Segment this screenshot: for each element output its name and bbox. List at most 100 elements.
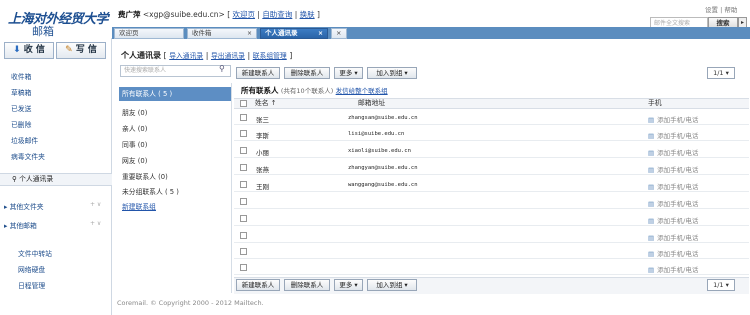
row-checkbox[interactable] bbox=[240, 215, 247, 222]
folder-controls[interactable]: + ∨ bbox=[90, 201, 101, 208]
sidebar-item-drafts[interactable]: 草稿箱 bbox=[11, 87, 31, 97]
compose-button[interactable]: ✎ 写 信 bbox=[56, 42, 106, 59]
table-row[interactable]: 张三 zhangsan@suibe.edu.cn ▤ 添加手机/电话 bbox=[234, 110, 749, 125]
sidebar-other-mail[interactable]: ▸ 其他邮箱 bbox=[4, 220, 37, 230]
new-contact-button-bottom[interactable]: 新建联系人 bbox=[236, 279, 280, 291]
row-checkbox[interactable] bbox=[240, 248, 247, 255]
row-checkbox[interactable] bbox=[240, 232, 247, 239]
sidebar-item-sent[interactable]: 已发送 bbox=[11, 103, 31, 113]
row-checkbox[interactable] bbox=[240, 181, 247, 188]
contact-search-input[interactable]: 快速搜索联系人 bbox=[120, 65, 231, 77]
welcome-link[interactable]: 欢迎页 bbox=[233, 10, 256, 19]
settings-link[interactable]: 设置 bbox=[705, 6, 718, 14]
table-row[interactable]: ▤ 添加手机/电话 bbox=[234, 194, 749, 209]
more-dropdown[interactable]: 更多 ▾ bbox=[334, 67, 363, 79]
user-email: <xgp@suibe.edu.cn> bbox=[142, 10, 225, 19]
sidebar-item-contacts[interactable]: ⚲ 个人通讯录 bbox=[0, 173, 112, 186]
contact-email[interactable]: xiaoli@suibe.edu.cn bbox=[348, 148, 411, 154]
add-phone-link[interactable]: ▤ 添加手机/电话 bbox=[648, 232, 698, 242]
group-item[interactable]: 网友 (0) bbox=[122, 155, 147, 165]
group-item[interactable]: 同事 (0) bbox=[122, 139, 147, 149]
tab-contacts[interactable]: 个人通讯录 × bbox=[260, 28, 328, 39]
table-row[interactable]: ▤ 添加手机/电话 bbox=[234, 211, 749, 226]
table-row[interactable]: ▤ 添加手机/电话 bbox=[234, 244, 749, 259]
column-header-name[interactable]: 姓名 ↑ bbox=[255, 98, 276, 109]
receive-button[interactable]: ⬇ 收 信 bbox=[4, 42, 54, 59]
row-checkbox[interactable] bbox=[240, 164, 247, 171]
mail-controls[interactable]: + ∨ bbox=[90, 220, 101, 227]
send-to-group-link[interactable]: 发信给整个联系组 bbox=[336, 87, 388, 95]
sidebar-item-netdisk[interactable]: 网络硬盘 bbox=[18, 264, 45, 274]
contact-name[interactable]: 王刚 bbox=[256, 181, 269, 191]
select-all-checkbox[interactable] bbox=[240, 100, 247, 107]
delete-contact-button-bottom[interactable]: 删除联系人 bbox=[284, 279, 330, 291]
contact-email[interactable]: zhangyan@suibe.edu.cn bbox=[348, 165, 418, 171]
tab-inbox[interactable]: 收件箱 × bbox=[187, 28, 257, 39]
add-phone-link[interactable]: ▤ 添加手机/电话 bbox=[648, 114, 698, 124]
sidebar-item-deleted[interactable]: 已删除 bbox=[11, 119, 31, 129]
row-checkbox[interactable] bbox=[240, 114, 247, 121]
add-phone-link[interactable]: ▤ 添加手机/电话 bbox=[648, 248, 698, 258]
export-link[interactable]: 导出通讯录 bbox=[211, 52, 245, 60]
group-item[interactable]: 亲人 (0) bbox=[122, 123, 147, 133]
table-row[interactable]: 张燕 zhangyan@suibe.edu.cn ▤ 添加手机/电话 bbox=[234, 160, 749, 175]
contact-name[interactable]: 张三 bbox=[256, 114, 269, 124]
contact-name[interactable]: 张燕 bbox=[256, 164, 269, 174]
row-checkbox[interactable] bbox=[240, 264, 247, 271]
tab-close-all[interactable]: × bbox=[331, 28, 347, 39]
table-row[interactable]: 小丽 xiaoli@suibe.edu.cn ▤ 添加手机/电话 bbox=[234, 143, 749, 158]
table-row[interactable]: ▤ 添加手机/电话 bbox=[234, 260, 749, 275]
add-phone-link[interactable]: ▤ 添加手机/电话 bbox=[648, 164, 698, 174]
new-contact-button[interactable]: 新建联系人 bbox=[236, 67, 280, 79]
new-group-link[interactable]: 新建联系组 bbox=[122, 201, 156, 211]
skin-link[interactable]: 换肤 bbox=[300, 10, 315, 19]
table-row[interactable]: ▤ 添加手机/电话 bbox=[234, 228, 749, 243]
help-link[interactable]: 帮助 bbox=[724, 6, 737, 14]
add-phone-link[interactable]: ▤ 添加手机/电话 bbox=[648, 215, 698, 225]
row-checkbox[interactable] bbox=[240, 198, 247, 205]
row-checkbox[interactable] bbox=[240, 130, 247, 137]
contact-email[interactable]: wanggang@suibe.edu.cn bbox=[348, 182, 418, 188]
add-phone-link[interactable]: ▤ 添加手机/电话 bbox=[648, 198, 698, 208]
sidebar-item-calendar[interactable]: 日程管理 bbox=[18, 280, 45, 290]
group-item[interactable]: 重要联系人 (0) bbox=[122, 171, 168, 181]
more-dropdown-bottom[interactable]: 更多 ▾ bbox=[334, 279, 363, 291]
sidebar-other-folders[interactable]: ▸ 其他文件夹 bbox=[4, 201, 44, 211]
group-item-all[interactable]: 所有联系人 ( 5 ) bbox=[119, 87, 231, 101]
add-phone-link[interactable]: ▤ 添加手机/电话 bbox=[648, 181, 698, 191]
column-header-phone[interactable]: 手机 bbox=[648, 98, 662, 109]
add-to-group-dropdown[interactable]: 加入到组 ▾ bbox=[367, 67, 417, 79]
search-icon[interactable]: ⚲ bbox=[219, 64, 225, 73]
tab-welcome[interactable]: 欢迎页 bbox=[114, 28, 184, 39]
group-item[interactable]: 未分组联系人 ( 5 ) bbox=[122, 186, 179, 196]
import-link[interactable]: 导入通讯录 bbox=[169, 52, 203, 60]
tab-label: 个人通讯录 bbox=[265, 29, 298, 37]
column-header-email[interactable]: 邮箱地址 bbox=[358, 98, 385, 109]
add-to-group-dropdown-bottom[interactable]: 加入到组 ▾ bbox=[367, 279, 417, 291]
table-header bbox=[234, 98, 749, 109]
close-icon[interactable]: × bbox=[318, 29, 323, 38]
pager-top[interactable]: 1/1 ▾ bbox=[707, 67, 735, 79]
contacts-label: 个人通讯录 bbox=[19, 175, 54, 183]
add-phone-link[interactable]: ▤ 添加手机/电话 bbox=[648, 130, 698, 140]
add-phone-link[interactable]: ▤ 添加手机/电话 bbox=[648, 264, 698, 274]
contact-email[interactable]: lisi@suibe.edu.cn bbox=[348, 131, 404, 137]
table-row[interactable]: 王刚 wanggang@suibe.edu.cn ▤ 添加手机/电话 bbox=[234, 177, 749, 192]
sidebar-item-spam[interactable]: 垃圾邮件 bbox=[11, 135, 38, 145]
contact-name[interactable]: 小丽 bbox=[256, 147, 269, 157]
group-manage-link[interactable]: 联系组管理 bbox=[253, 52, 287, 60]
group-item[interactable]: 朋友 (0) bbox=[122, 107, 147, 117]
add-phone-link[interactable]: ▤ 添加手机/电话 bbox=[648, 147, 698, 157]
close-icon[interactable]: × bbox=[247, 29, 252, 38]
self-service-link[interactable]: 自助查询 bbox=[262, 10, 292, 19]
pager-bottom[interactable]: 1/1 ▾ bbox=[707, 279, 735, 291]
sidebar-item-virus[interactable]: 病毒文件夹 bbox=[11, 151, 45, 161]
contact-name[interactable]: 李斯 bbox=[256, 130, 269, 140]
contact-email[interactable]: zhangsan@suibe.edu.cn bbox=[348, 115, 418, 121]
row-checkbox[interactable] bbox=[240, 147, 247, 154]
table-row[interactable]: 李斯 lisi@suibe.edu.cn ▤ 添加手机/电话 bbox=[234, 126, 749, 141]
add-phone-label: 添加手机/电话 bbox=[657, 266, 699, 274]
delete-contact-button[interactable]: 删除联系人 bbox=[284, 67, 330, 79]
sidebar-item-inbox[interactable]: 收件箱 bbox=[11, 71, 31, 81]
sidebar-item-file-transfer[interactable]: 文件中转站 bbox=[18, 248, 52, 258]
